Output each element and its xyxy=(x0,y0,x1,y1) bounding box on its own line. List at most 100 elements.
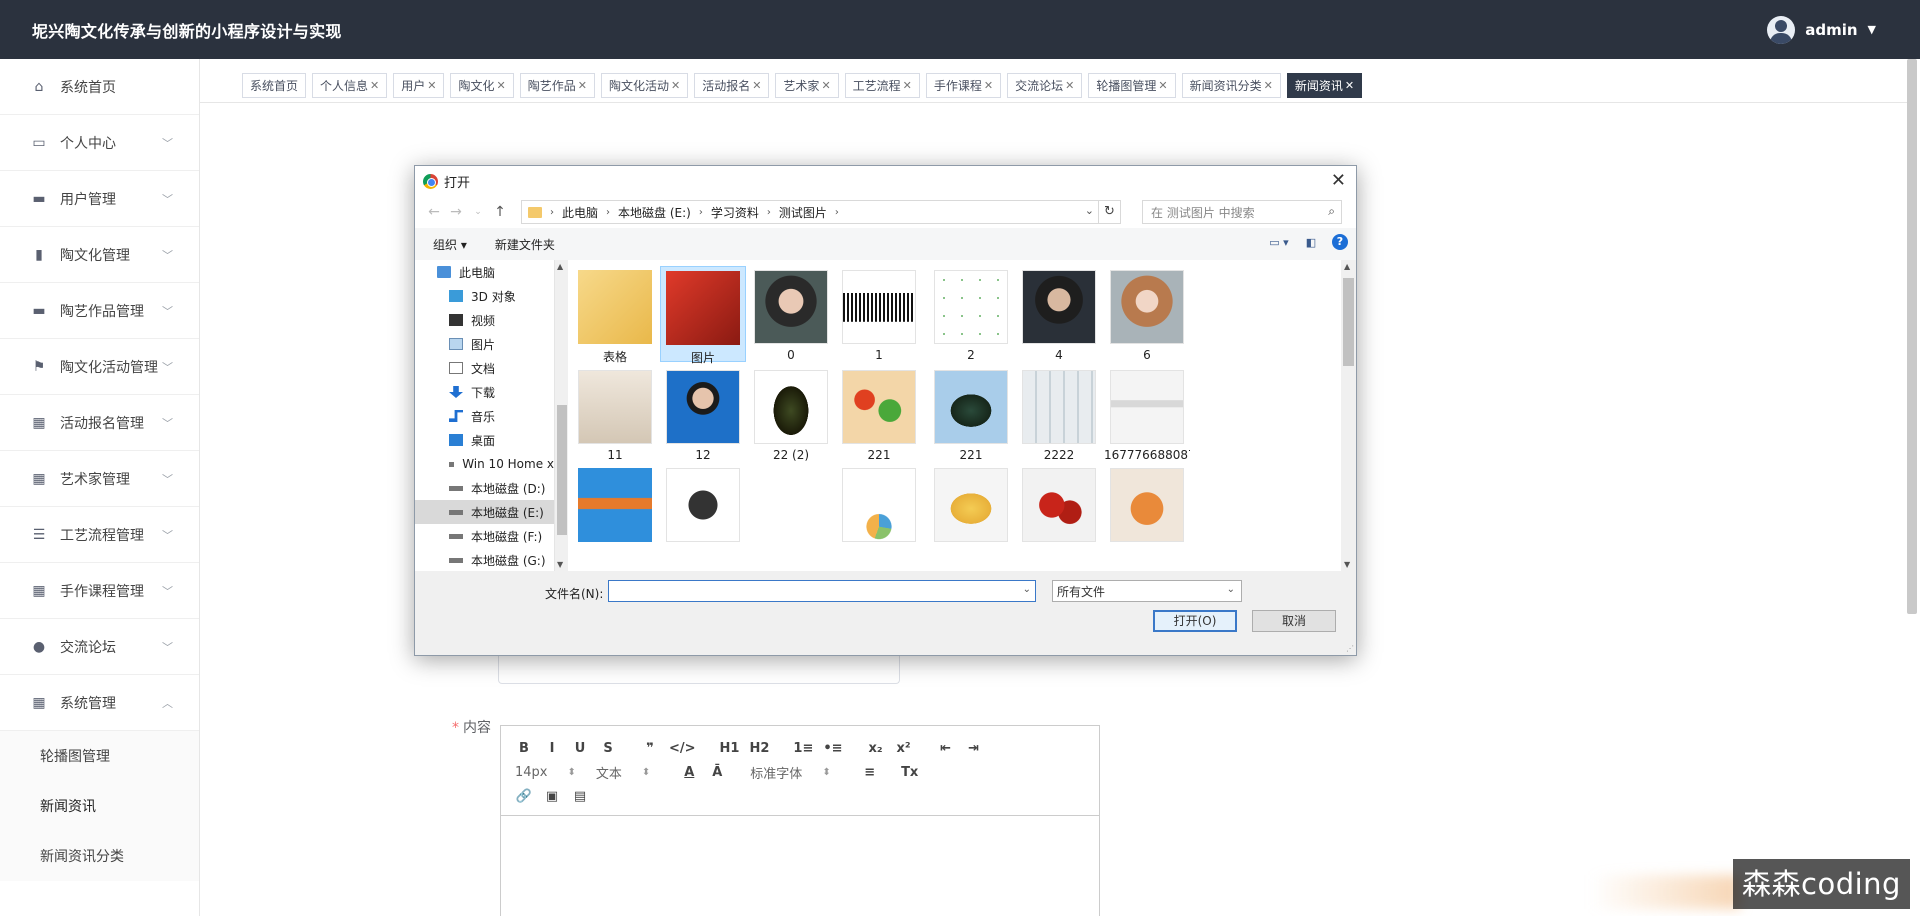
tab[interactable]: 个人信息 ✕ xyxy=(312,73,388,98)
address-bar[interactable]: › 此电脑 › 本地磁盘 (E:) › 学习资料 › 测试图片 › ⌄ ↻ xyxy=(521,200,1121,224)
close-icon[interactable]: ✕ xyxy=(903,79,912,92)
font-family-select[interactable]: 标准字体 ⬍ xyxy=(750,763,830,782)
file-item[interactable] xyxy=(1016,464,1102,560)
font-size-select[interactable]: 14px ⬍ xyxy=(515,765,576,780)
file-item[interactable]: 11 xyxy=(572,366,658,462)
chevron-down-icon[interactable]: ⌄ xyxy=(1023,584,1031,595)
sidebar-item[interactable]: ▭ 个人中心 ﹀ xyxy=(0,115,199,171)
nav-item[interactable]: 音乐 xyxy=(415,404,554,428)
nav-item[interactable]: 下载 xyxy=(415,380,554,404)
close-icon[interactable]: ✕ xyxy=(1264,79,1273,92)
tab[interactable]: 活动报名 ✕ xyxy=(694,73,770,98)
file-item[interactable]: 22 (2) xyxy=(748,366,834,462)
submenu-item[interactable]: 新闻资讯 xyxy=(0,781,199,831)
sidebar-item[interactable]: ▬ 用户管理 ﹀ xyxy=(0,171,199,227)
tab[interactable]: 工艺流程 ✕ xyxy=(844,73,920,98)
quote-icon[interactable]: ❞ xyxy=(641,741,659,756)
new-folder-button[interactable]: 新建文件夹 xyxy=(495,236,555,253)
outdent-icon[interactable]: ⇤ xyxy=(937,741,955,756)
page-scrollbar-thumb[interactable] xyxy=(1907,59,1917,614)
background-color-icon[interactable]: Ā xyxy=(708,765,726,780)
cancel-button[interactable]: 取消 xyxy=(1252,610,1336,632)
file-item[interactable]: 图片 xyxy=(660,266,746,365)
heading1-icon[interactable]: H1 xyxy=(720,741,740,756)
file-item[interactable] xyxy=(572,464,658,560)
block-type-select[interactable]: 文本 ⬍ xyxy=(596,763,650,782)
chevron-down-icon[interactable]: ⌄ xyxy=(1227,584,1235,595)
close-icon[interactable]: ✕ xyxy=(1065,79,1074,92)
nav-item[interactable]: 桌面 xyxy=(415,428,554,452)
sidebar-item[interactable]: ▦ 活动报名管理 ﹀ xyxy=(0,395,199,451)
recent-chevron-icon[interactable]: ⌄ xyxy=(467,207,489,217)
superscript-icon[interactable]: x² xyxy=(895,741,913,756)
video-icon[interactable]: ▤ xyxy=(571,789,589,804)
tab[interactable]: 新闻资讯分类 ✕ xyxy=(1181,73,1281,98)
dialog-titlebar[interactable]: 打开 ✕ xyxy=(415,166,1356,196)
ordered-list-icon[interactable]: 1≡ xyxy=(793,741,813,756)
tab[interactable]: 用户 ✕ xyxy=(393,73,445,98)
user-avatar[interactable] xyxy=(1767,15,1796,44)
nav-item[interactable]: 3D 对象 xyxy=(415,284,554,308)
file-item[interactable]: 1677766880871 xyxy=(1104,366,1190,462)
nav-item[interactable]: 文档 xyxy=(415,356,554,380)
heading2-icon[interactable]: H2 xyxy=(749,741,769,756)
tab[interactable]: 轮播图管理 ✕ xyxy=(1088,73,1176,98)
subscript-icon[interactable]: x₂ xyxy=(867,741,885,756)
nav-item[interactable]: 本地磁盘 (F:) xyxy=(415,524,554,548)
file-item[interactable] xyxy=(836,464,922,560)
nav-item[interactable]: 此电脑 xyxy=(415,260,554,284)
chevron-down-icon[interactable]: ▼ xyxy=(1868,23,1876,36)
preview-pane-icon[interactable]: ◧ xyxy=(1300,234,1322,250)
scroll-down-icon[interactable]: ▼ xyxy=(557,560,563,569)
up-arrow-icon[interactable]: ↑ xyxy=(489,204,511,220)
font-color-icon[interactable]: A xyxy=(680,765,698,780)
close-icon[interactable]: ✕ xyxy=(984,79,993,92)
file-item[interactable]: 221 xyxy=(928,366,1014,462)
sidebar-item[interactable]: ⌂ 系统首页 xyxy=(0,59,199,115)
file-item[interactable]: 0 xyxy=(748,266,834,362)
file-item[interactable]: 6 xyxy=(1104,266,1190,362)
file-item[interactable]: 2222 xyxy=(1016,366,1102,462)
file-item[interactable]: 2 xyxy=(928,266,1014,362)
view-options-icon[interactable]: ▭ ▾ xyxy=(1268,234,1290,250)
code-icon[interactable]: </> xyxy=(669,741,696,756)
open-button[interactable]: 打开(O) xyxy=(1153,610,1237,632)
rich-text-editor[interactable]: B I U S ❞ </> H1 H2 1≡ •≡ x₂ x² ⇤ ⇥ 14px ⬍ 文本 ⬍ A Ā 标准字… xyxy=(500,725,1100,916)
close-icon[interactable]: ✕ xyxy=(821,79,830,92)
breadcrumb-item[interactable]: 本地磁盘 (E:) xyxy=(618,204,691,221)
indent-icon[interactable]: ⇥ xyxy=(965,741,983,756)
tab[interactable]: 新闻资讯 ✕ xyxy=(1286,73,1363,98)
navigation-pane-scrollbar[interactable]: ▲ ▼ xyxy=(554,260,568,571)
underline-icon[interactable]: U xyxy=(571,741,589,756)
filename-input[interactable]: ⌄ xyxy=(608,580,1036,602)
close-icon[interactable]: ✕ xyxy=(497,79,506,92)
strikethrough-icon[interactable]: S xyxy=(599,741,617,756)
tab[interactable]: 陶文化活动 ✕ xyxy=(600,73,689,98)
scroll-up-icon[interactable]: ▲ xyxy=(557,262,563,271)
refresh-icon[interactable]: ↻ xyxy=(1098,201,1120,223)
nav-item[interactable]: 本地磁盘 (E:) xyxy=(415,500,554,524)
submenu-item[interactable]: 轮播图管理 xyxy=(0,731,199,781)
close-icon[interactable]: ✕ xyxy=(1345,79,1354,92)
breadcrumb-item[interactable]: 此电脑 xyxy=(562,204,598,221)
close-icon[interactable]: ✕ xyxy=(427,79,436,92)
bullet-list-icon[interactable]: •≡ xyxy=(823,741,842,756)
sidebar-item[interactable]: ▦ 手作课程管理 ﹀ xyxy=(0,563,199,619)
sidebar-item[interactable]: ☰ 工艺流程管理 ﹀ xyxy=(0,507,199,563)
file-item[interactable]: 221 xyxy=(836,366,922,462)
nav-item[interactable]: 本地磁盘 (G:) xyxy=(415,548,554,571)
align-icon[interactable]: ≡ xyxy=(861,765,879,780)
file-item[interactable]: 1 xyxy=(836,266,922,362)
nav-item[interactable]: 本地磁盘 (D:) xyxy=(415,476,554,500)
scroll-up-icon[interactable]: ▲ xyxy=(1344,262,1350,271)
sidebar-item[interactable]: ▬ 陶艺作品管理 ﹀ xyxy=(0,283,199,339)
scroll-down-icon[interactable]: ▼ xyxy=(1344,560,1350,569)
help-icon[interactable]: ? xyxy=(1332,234,1348,250)
image-icon[interactable]: ▣ xyxy=(543,789,561,804)
page-scrollbar[interactable] xyxy=(1904,59,1918,916)
breadcrumb-item[interactable]: 学习资料 xyxy=(711,204,759,221)
close-icon[interactable]: ✕ xyxy=(752,79,761,92)
file-item[interactable]: 12 xyxy=(660,366,746,462)
scrollbar-thumb[interactable] xyxy=(557,405,567,535)
file-type-select[interactable]: 所有文件 ⌄ xyxy=(1052,580,1242,602)
